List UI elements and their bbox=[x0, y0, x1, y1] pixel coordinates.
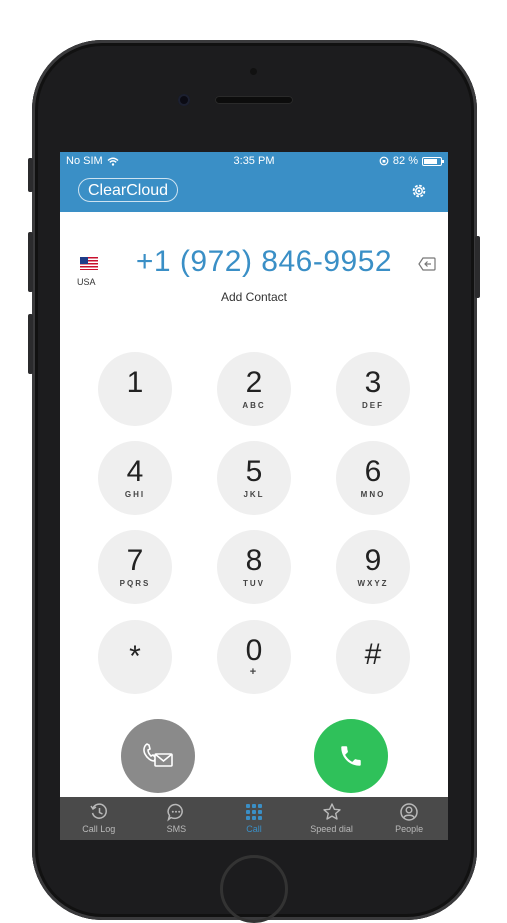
key-2[interactable]: 2 ABC bbox=[217, 352, 291, 426]
key-9[interactable]: 9 WXYZ bbox=[336, 530, 410, 604]
gear-icon[interactable] bbox=[410, 182, 428, 200]
tab-label: People bbox=[395, 824, 424, 834]
earpiece-speaker bbox=[215, 96, 293, 104]
voice-message-icon bbox=[143, 743, 173, 767]
key-digit: 4 bbox=[126, 455, 144, 488]
sms-icon bbox=[167, 803, 184, 822]
key-digit: 0 bbox=[245, 634, 263, 667]
key-hash[interactable]: # bbox=[336, 620, 410, 694]
front-camera bbox=[178, 94, 190, 106]
volume-down-button bbox=[28, 314, 33, 374]
battery-percent: 82 % bbox=[392, 155, 418, 167]
brand-logo: ClearCloud bbox=[78, 178, 179, 202]
us-flag-icon[interactable] bbox=[80, 257, 98, 270]
key-digit: * bbox=[129, 640, 141, 673]
key-7[interactable]: 7 PQRS bbox=[98, 530, 172, 604]
dialed-number: +1 (972) 846-9952 bbox=[135, 245, 393, 278]
key-8[interactable]: 8 TUV bbox=[217, 530, 291, 604]
tab-speed-dial[interactable]: Speed dial bbox=[293, 797, 371, 840]
tab-call[interactable]: Call bbox=[215, 797, 293, 840]
key-3[interactable]: 3 DEF bbox=[336, 352, 410, 426]
key-star[interactable]: * bbox=[98, 620, 172, 694]
phone-icon bbox=[341, 746, 361, 766]
key-letters: TUV bbox=[243, 579, 265, 588]
key-digit: 9 bbox=[364, 544, 382, 577]
mute-switch bbox=[28, 158, 33, 192]
key-6[interactable]: 6 MNO bbox=[336, 441, 410, 515]
key-letters: GHI bbox=[124, 490, 146, 499]
battery-icon bbox=[422, 156, 444, 166]
proximity-sensor bbox=[250, 68, 257, 75]
tab-label: Call Log bbox=[82, 824, 116, 834]
home-button[interactable] bbox=[220, 855, 288, 923]
tab-label: Call bbox=[246, 824, 262, 834]
key-digit: 1 bbox=[126, 366, 144, 399]
key-5[interactable]: 5 JKL bbox=[217, 441, 291, 515]
key-letters: MNO bbox=[360, 490, 386, 499]
key-letters: WXYZ bbox=[357, 579, 389, 588]
volume-up-button bbox=[28, 232, 33, 292]
key-0[interactable]: 0 + bbox=[217, 620, 291, 694]
app-screen: No SIM 3:35 PM 82 % ClearCloud USA +1 (9… bbox=[60, 152, 448, 840]
key-digit: 8 bbox=[245, 544, 263, 577]
key-letters: + bbox=[249, 666, 259, 678]
dialed-number-area: USA +1 (972) 846-9952 Add Contact bbox=[60, 212, 448, 312]
tab-people[interactable]: People bbox=[370, 797, 448, 840]
key-letters: DEF bbox=[362, 401, 384, 410]
key-letters: JKL bbox=[243, 490, 265, 499]
app-header: ClearCloud bbox=[60, 170, 448, 212]
country-code[interactable]: USA bbox=[77, 277, 96, 287]
key-digit: # bbox=[364, 638, 382, 671]
bottom-tab-bar: Call Log SMS Call Speed dial People bbox=[60, 797, 448, 840]
add-contact-link[interactable]: Add Contact bbox=[60, 290, 448, 304]
key-letters: PQRS bbox=[119, 579, 151, 588]
tab-call-log[interactable]: Call Log bbox=[60, 797, 138, 840]
key-1[interactable]: 1 bbox=[98, 352, 172, 426]
tab-label: SMS bbox=[166, 824, 187, 834]
key-letters: ABC bbox=[242, 401, 266, 410]
key-digit: 2 bbox=[245, 366, 263, 399]
backspace-icon[interactable] bbox=[418, 257, 436, 271]
key-4[interactable]: 4 GHI bbox=[98, 441, 172, 515]
key-digit: 3 bbox=[364, 366, 382, 399]
status-bar: No SIM 3:35 PM 82 % bbox=[60, 152, 448, 170]
power-button bbox=[475, 236, 480, 298]
tab-label: Speed dial bbox=[310, 824, 353, 834]
people-icon bbox=[400, 803, 418, 821]
key-digit: 7 bbox=[126, 544, 144, 577]
orientation-lock-icon bbox=[379, 156, 389, 166]
key-digit: 6 bbox=[364, 455, 382, 488]
dialpad-icon bbox=[245, 804, 262, 820]
call-log-icon bbox=[90, 803, 107, 819]
call-button[interactable] bbox=[314, 719, 388, 793]
key-digit: 5 bbox=[245, 455, 263, 488]
voicemail-message-button[interactable] bbox=[121, 719, 195, 793]
battery-fill bbox=[424, 158, 438, 164]
tab-sms[interactable]: SMS bbox=[138, 797, 216, 840]
star-icon bbox=[322, 803, 341, 820]
